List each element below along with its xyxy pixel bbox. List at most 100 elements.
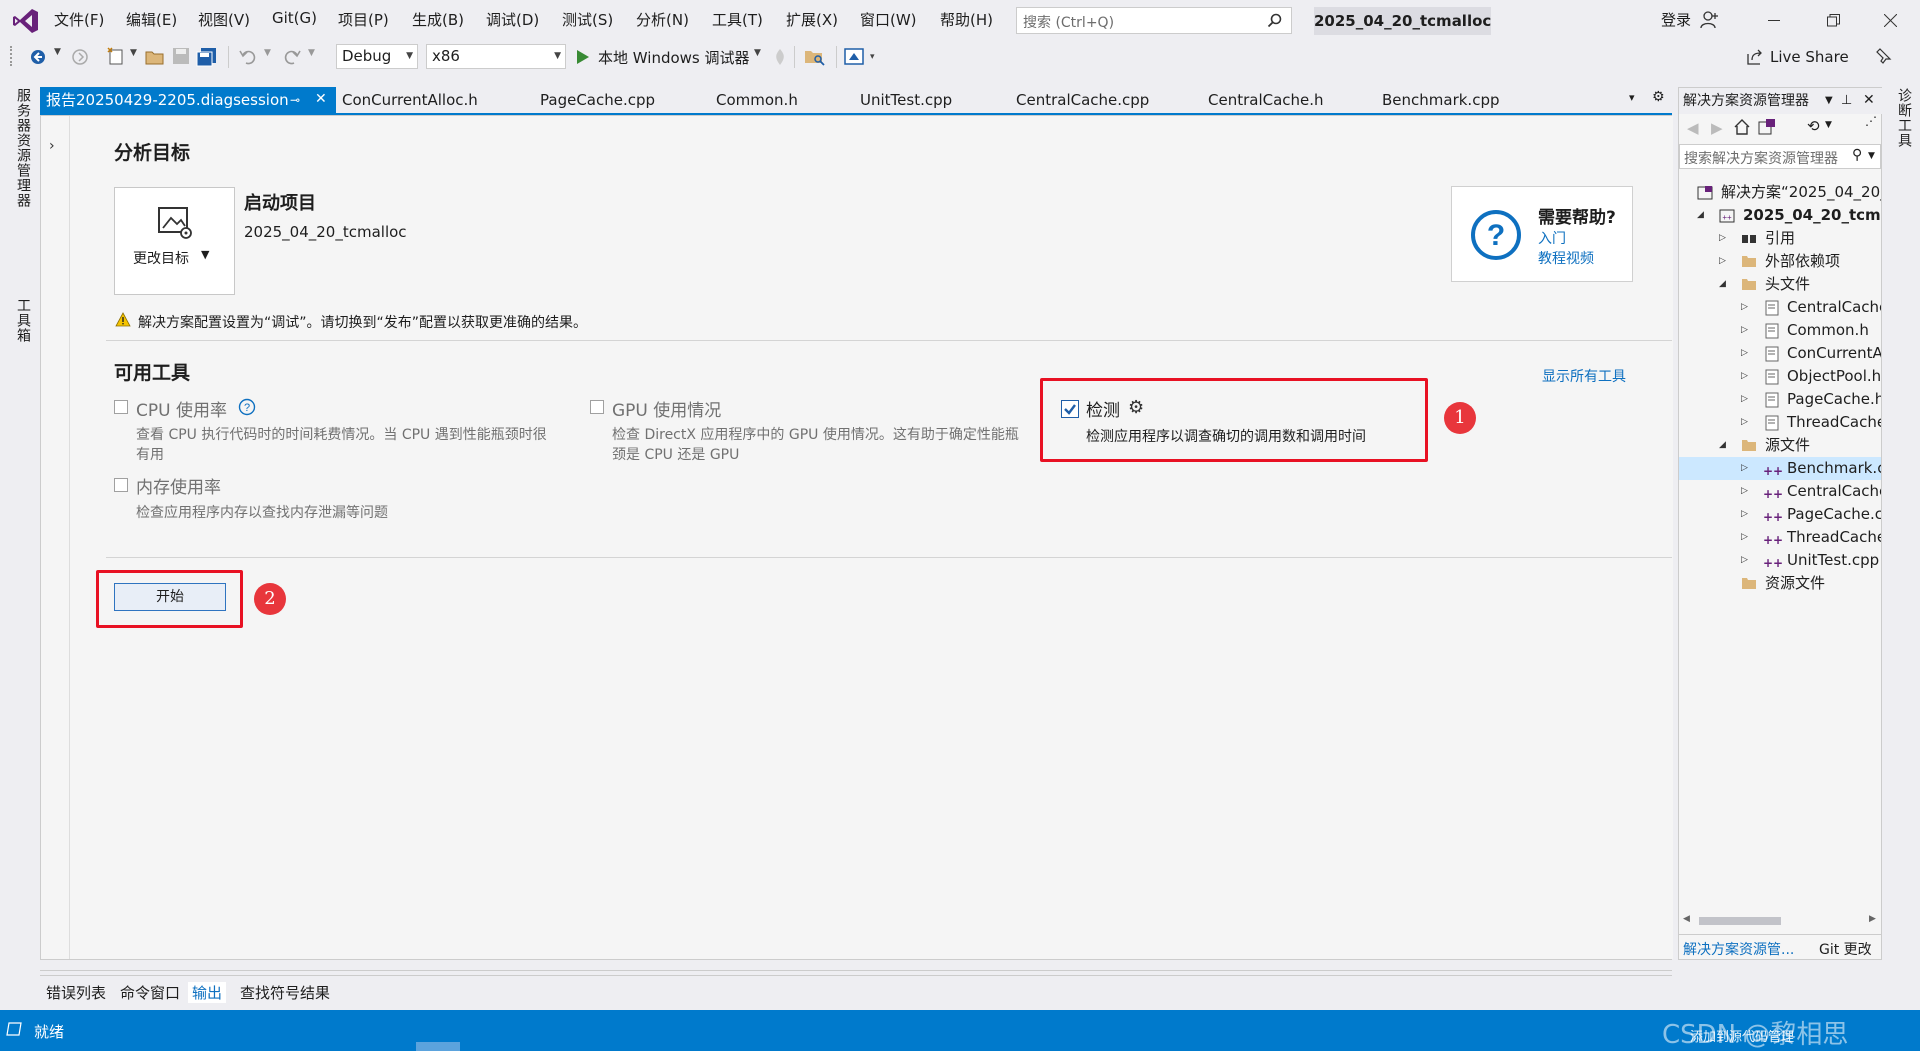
tab-error-list[interactable]: 错误列表 [46,982,106,1003]
history-dropdown-icon[interactable]: ▼ [1825,120,1832,130]
tab-centralcache-cpp[interactable]: CentralCache.cpp [1016,87,1149,113]
expanded-icon[interactable]: ◢ [1697,204,1704,227]
notification-icon[interactable] [6,1022,22,1036]
menu-window[interactable]: 窗口(W) [860,9,917,30]
tree-file[interactable]: ▷ CentralCache [1679,296,1881,319]
menu-tools[interactable]: 工具(T) [712,9,763,30]
tab-solution-explorer[interactable]: 解决方案资源管... [1683,939,1794,959]
tree-file[interactable]: ▷ ++ UnitTest.cpp [1679,549,1881,572]
undo-icon[interactable] [238,47,258,67]
find-in-files-icon[interactable] [804,47,826,67]
gpu-usage-checkbox[interactable] [590,400,604,414]
collapsed-icon[interactable]: ▷ [1741,342,1748,365]
tree-file-selected[interactable]: ▷ ++ Benchmark.c [1679,457,1881,480]
tutorial-videos-link[interactable]: 教程视频 [1538,248,1594,268]
collapsed-icon[interactable]: ▷ [1741,503,1748,526]
tree-header-files[interactable]: ◢ 头文件 [1679,273,1881,296]
forward-icon[interactable] [70,47,90,67]
collapsed-icon[interactable]: ▷ [1741,480,1748,503]
live-share-button[interactable]: Live Share [1770,48,1849,66]
history-icon[interactable]: ⟲ [1807,117,1820,135]
tree-project[interactable]: ◢ ++ 2025_04_20_tcmal [1679,204,1881,227]
home-icon[interactable] [1733,118,1751,136]
tab-unittest-cpp[interactable]: UnitTest.cpp [860,87,952,113]
gear-icon[interactable]: ⚙ [1128,397,1144,418]
expanded-icon[interactable]: ◢ [1719,434,1726,457]
collapsed-icon[interactable]: ▷ [1741,549,1748,572]
start-button[interactable]: 开始 [114,583,226,611]
save-icon[interactable] [172,47,190,65]
start-debug-icon[interactable] [576,49,590,65]
horizontal-scrollbar[interactable]: ◀ ▶ [1683,914,1879,928]
tab-git-changes[interactable]: Git 更改 [1819,939,1872,959]
chevron-right-icon[interactable]: › [49,138,55,154]
live-share-icon[interactable] [1746,48,1764,66]
tree-solution[interactable]: 解决方案“2025_04_20_ [1679,181,1881,204]
menu-test[interactable]: 测试(S) [562,9,613,30]
tree-file[interactable]: ▷ Common.h [1679,319,1881,342]
visual-studio-logo[interactable] [12,7,40,35]
tree-resource-files[interactable]: 资源文件 [1679,572,1881,595]
tree-file[interactable]: ▷ PageCache.h [1679,388,1881,411]
close-window-button[interactable] [1884,14,1897,27]
tree-source-files[interactable]: ◢ 源文件 [1679,434,1881,457]
tab-pagecache-cpp[interactable]: PageCache.cpp [540,87,655,113]
menu-git[interactable]: Git(G) [272,9,317,27]
collapsed-icon[interactable]: ▷ [1741,457,1748,480]
open-folder-icon[interactable] [144,47,166,67]
pin-icon[interactable]: ⊥ [1841,88,1852,114]
restore-button[interactable] [1827,14,1840,27]
diagnostic-tools-tab[interactable]: 诊断工具 [1894,88,1914,148]
collapsed-icon[interactable]: ▷ [1719,250,1726,273]
show-all-tools-link[interactable]: 显示所有工具 [1542,366,1626,386]
tab-output[interactable]: 输出 [188,982,227,1003]
cpu-usage-label[interactable]: CPU 使用率 [136,396,227,421]
tree-file[interactable]: ▷ ++ CentralCache [1679,480,1881,503]
tab-diagsession[interactable]: 报告20250429-2205.diagsession ⊸ ✕ [40,87,336,113]
solution-config-select[interactable]: Debug ▼ [336,44,418,69]
menu-view[interactable]: 视图(V) [198,9,250,30]
menu-analyze[interactable]: 分析(N) [636,9,689,30]
back-icon[interactable] [28,47,48,67]
help-circle-icon[interactable]: ? [238,398,256,416]
toolbar-overflow-icon[interactable]: ▾ [870,52,875,62]
debugger-dropdown-icon[interactable]: ▼ [754,48,761,58]
back-dropdown-icon[interactable]: ▼ [54,47,61,57]
menu-project[interactable]: 项目(P) [338,9,389,30]
menu-build[interactable]: 生成(B) [412,9,464,30]
tree-file[interactable]: ▷ ++ ThreadCache [1679,526,1881,549]
tree-file[interactable]: ▷ ++ PageCache.c [1679,503,1881,526]
change-target-button[interactable]: 更改目标 ▼ [114,187,235,295]
collapsed-icon[interactable]: ▷ [1741,296,1748,319]
tree-external-deps[interactable]: ▷ 外部依赖项 [1679,250,1881,273]
collapsed-icon[interactable]: ▷ [1741,526,1748,549]
tab-benchmark-cpp[interactable]: Benchmark.cpp [1382,87,1500,113]
tab-centralcache-h[interactable]: CentralCache.h [1208,87,1324,113]
menu-edit[interactable]: 编辑(E) [126,9,177,30]
scroll-left-icon[interactable]: ◀ [1683,914,1690,924]
tree-file[interactable]: ▷ ConCurrentA [1679,342,1881,365]
close-icon[interactable]: ✕ [1863,87,1875,113]
undo-dropdown-icon[interactable]: ▼ [264,48,271,58]
collapsed-icon[interactable]: ▷ [1741,319,1748,342]
collapsed-icon[interactable]: ▷ [1741,411,1748,434]
collapsed-icon[interactable]: ▷ [1741,388,1748,411]
menu-extensions[interactable]: 扩展(X) [786,9,838,30]
search-input[interactable]: 搜索 (Ctrl+Q) [1016,7,1292,34]
toolbox-tab[interactable]: 工具箱 [13,298,33,343]
menu-file[interactable]: 文件(F) [54,9,104,30]
back-icon[interactable]: ◀ [1687,119,1699,137]
platform-select[interactable]: x86 ▼ [426,44,566,69]
save-all-icon[interactable] [196,47,218,67]
tree-file[interactable]: ▷ ThreadCache [1679,411,1881,434]
new-dropdown-icon[interactable]: ▼ [130,48,137,58]
expanded-icon[interactable]: ◢ [1719,273,1726,296]
cpu-usage-checkbox[interactable] [114,400,128,414]
forward-icon[interactable]: ▶ [1711,119,1723,137]
hot-reload-icon[interactable] [772,48,788,66]
start-debug-button[interactable]: 本地 Windows 调试器 [598,47,750,68]
browser-link-icon[interactable] [844,47,864,67]
menu-help[interactable]: 帮助(H) [940,9,993,30]
gpu-usage-label[interactable]: GPU 使用情况 [612,396,721,421]
tree-references[interactable]: ▷ 引用 [1679,227,1881,250]
